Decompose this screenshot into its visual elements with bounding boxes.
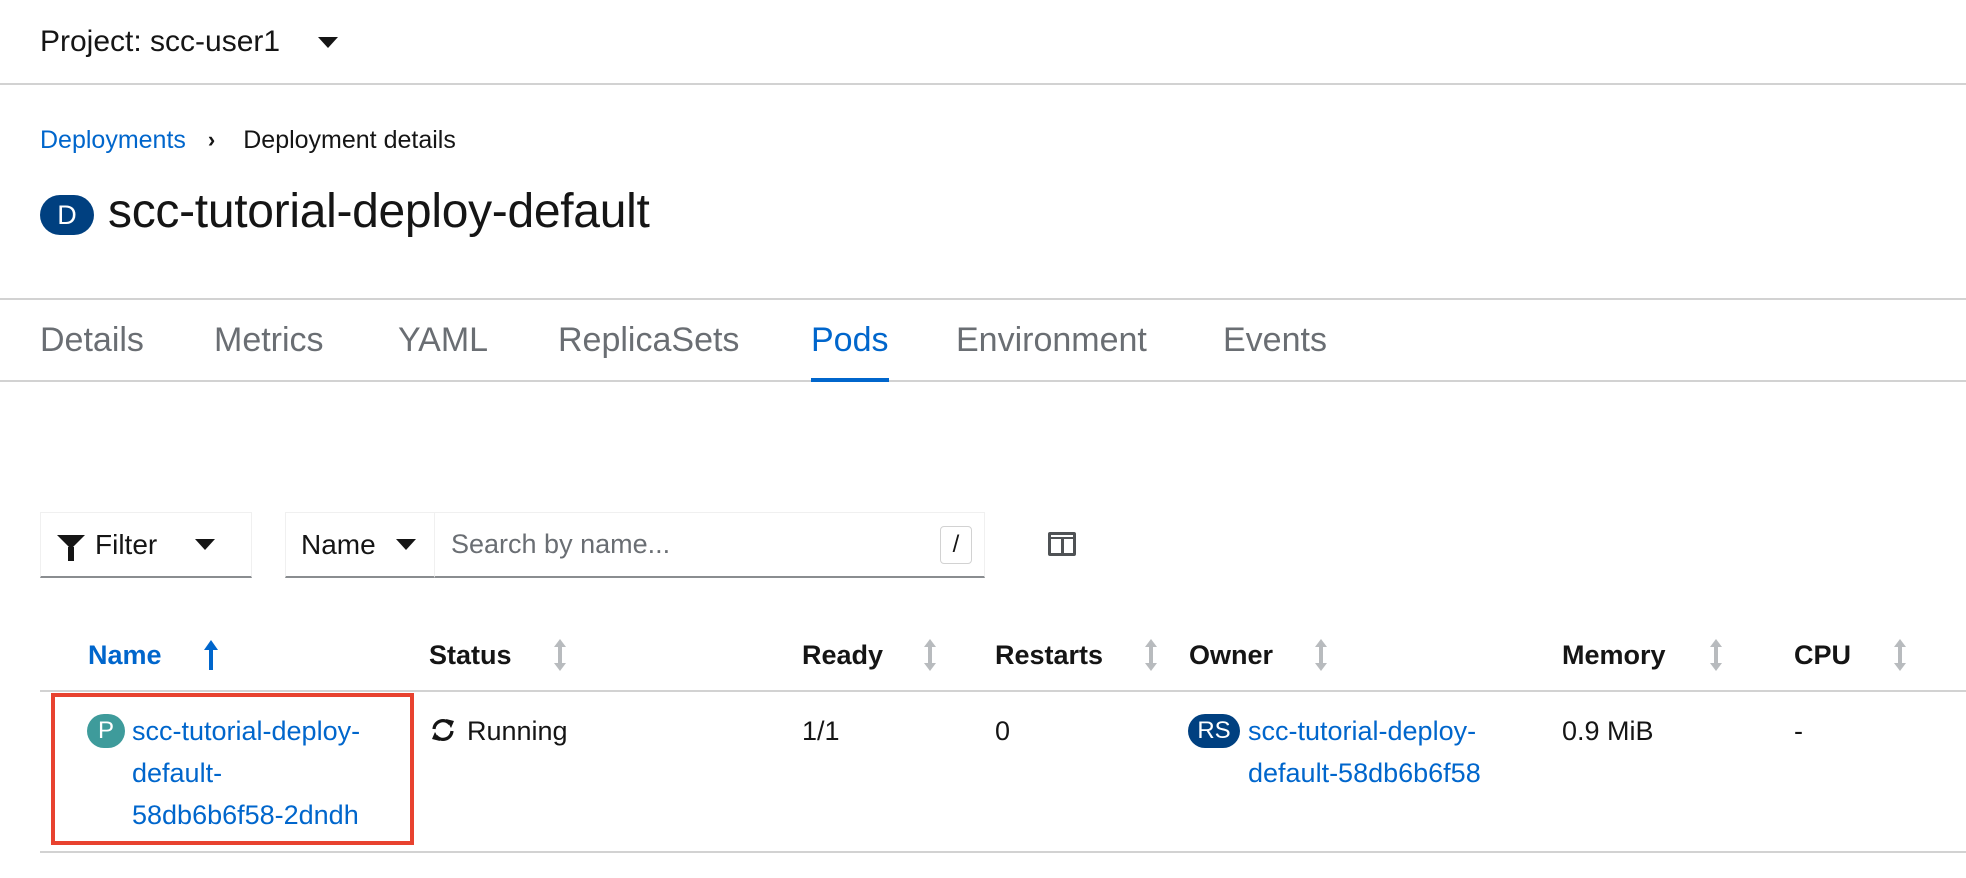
search-box: /	[434, 512, 985, 578]
tab-replicasets[interactable]: ReplicaSets	[558, 300, 739, 380]
tab-bar: Details Metrics YAML ReplicaSets Pods En…	[0, 298, 1966, 382]
breadcrumb-current: Deployment details	[243, 125, 456, 154]
owner-name-line: default-58db6b6f58	[1248, 758, 1481, 788]
owner-name-line: scc-tutorial-deploy-	[1248, 716, 1477, 746]
filter-icon	[57, 534, 85, 561]
filter-type-label: Name	[301, 528, 376, 560]
column-header-status[interactable]: Status	[429, 636, 512, 674]
sort-icon[interactable]	[1709, 636, 1723, 674]
project-label: Project: scc-user1	[40, 25, 281, 58]
column-header-owner[interactable]: Owner	[1189, 636, 1273, 674]
filter-dropdown[interactable]: Filter	[40, 512, 252, 578]
page: Project: scc-user1 Deployments › Deploym…	[0, 0, 1966, 878]
tab-yaml[interactable]: YAML	[398, 300, 488, 380]
pod-status: Running	[467, 716, 568, 746]
pod-restarts: 0	[995, 716, 1011, 746]
breadcrumb-deployments-link[interactable]: Deployments	[40, 126, 186, 155]
caret-down-icon	[195, 539, 216, 550]
sort-icon[interactable]	[1893, 636, 1907, 674]
manage-columns-icon[interactable]	[1048, 532, 1076, 556]
tab-environment[interactable]: Environment	[956, 300, 1147, 380]
breadcrumb-separator-icon: ›	[207, 127, 216, 152]
tab-metrics[interactable]: Metrics	[214, 300, 324, 380]
caret-down-icon	[318, 36, 339, 48]
column-header-memory[interactable]: Memory	[1562, 636, 1666, 674]
page-title: scc-tutorial-deploy-default	[108, 184, 650, 238]
tab-details[interactable]: Details	[40, 300, 144, 380]
filter-type-select[interactable]: Name	[285, 512, 435, 578]
project-bar: Project: scc-user1	[0, 0, 1966, 85]
sort-ascending-icon[interactable]	[204, 636, 218, 674]
page-heading: D scc-tutorial-deploy-default	[40, 180, 650, 242]
filter-label: Filter	[95, 528, 158, 560]
keyboard-shortcut-hint: /	[940, 526, 972, 564]
sort-icon[interactable]	[1314, 636, 1328, 674]
sync-icon	[432, 719, 454, 741]
table-row-divider	[40, 851, 1966, 853]
column-header-name[interactable]: Name	[88, 636, 162, 674]
pod-ready: 1/1	[802, 716, 840, 746]
replicaset-badge-icon: RS	[1188, 714, 1240, 748]
column-header-ready[interactable]: Ready	[802, 636, 883, 674]
column-header-restarts[interactable]: Restarts	[995, 636, 1103, 674]
sort-icon[interactable]	[923, 636, 937, 674]
pod-cpu: -	[1794, 716, 1803, 746]
sort-icon[interactable]	[553, 636, 567, 674]
project-selector[interactable]: Project: scc-user1	[40, 22, 339, 62]
tab-events[interactable]: Events	[1223, 300, 1327, 380]
table-header-divider	[40, 690, 1966, 692]
column-header-cpu[interactable]: CPU	[1794, 636, 1851, 674]
deployment-badge-icon: D	[40, 195, 94, 235]
sort-icon[interactable]	[1144, 636, 1158, 674]
highlight-annotation	[51, 693, 414, 845]
breadcrumb: Deployments › Deployment details	[40, 122, 456, 158]
search-input[interactable]	[435, 514, 915, 575]
caret-down-icon	[395, 539, 416, 550]
owner-link[interactable]: scc-tutorial-deploy- default-58db6b6f58	[1248, 710, 1481, 794]
pod-memory: 0.9 MiB	[1562, 716, 1654, 746]
tab-pods[interactable]: Pods	[811, 300, 889, 382]
